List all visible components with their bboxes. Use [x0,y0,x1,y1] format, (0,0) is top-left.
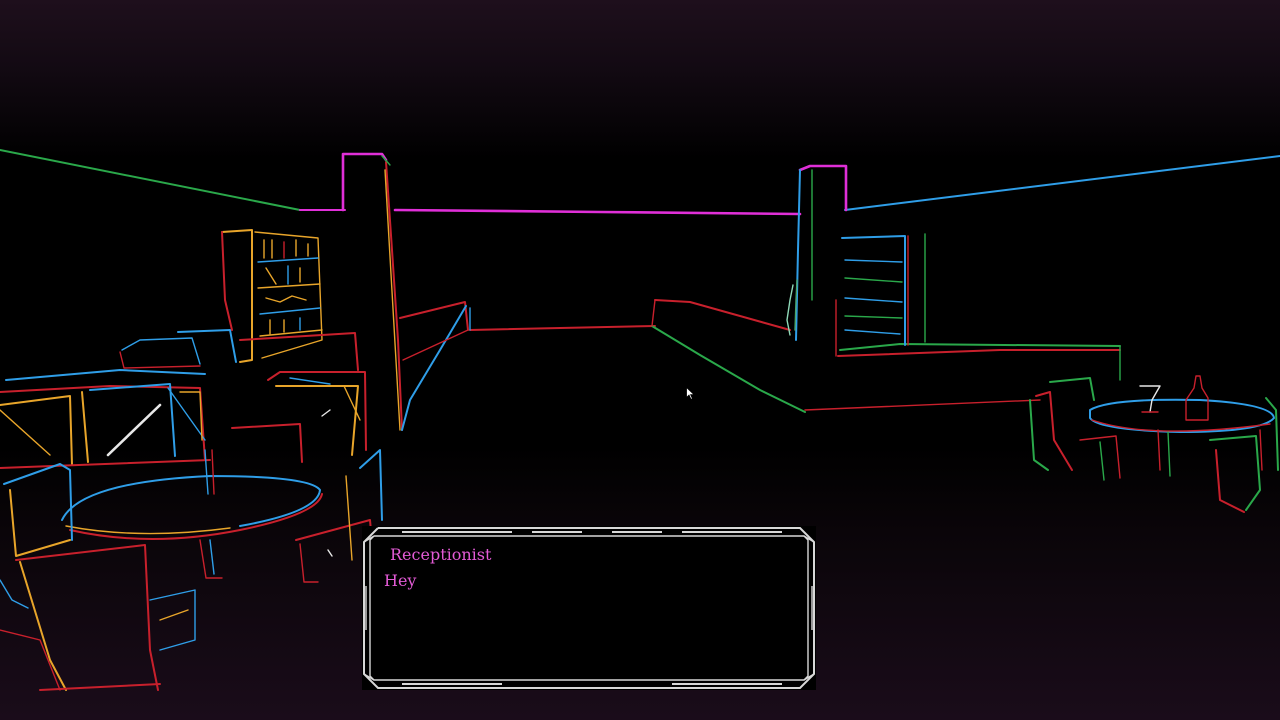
game-viewport[interactable]: Receptionist Hey [0,0,1280,720]
left-pillar [341,152,403,431]
left-desks [0,369,367,469]
foreground-chairs [0,449,383,691]
left-bookshelf [221,229,323,363]
speaker-name: Receptionist [390,545,492,564]
room-walls [0,149,1280,411]
back-right-shelf [841,233,926,346]
mouse-pointer-icon [686,387,695,400]
receptionist-figure [786,279,798,336]
dialogue-box[interactable]: Receptionist Hey [362,526,816,690]
left-partition [399,301,471,431]
dialogue-text: Hey [384,571,417,590]
right-table-set [1029,375,1279,513]
right-pillar [795,164,848,341]
